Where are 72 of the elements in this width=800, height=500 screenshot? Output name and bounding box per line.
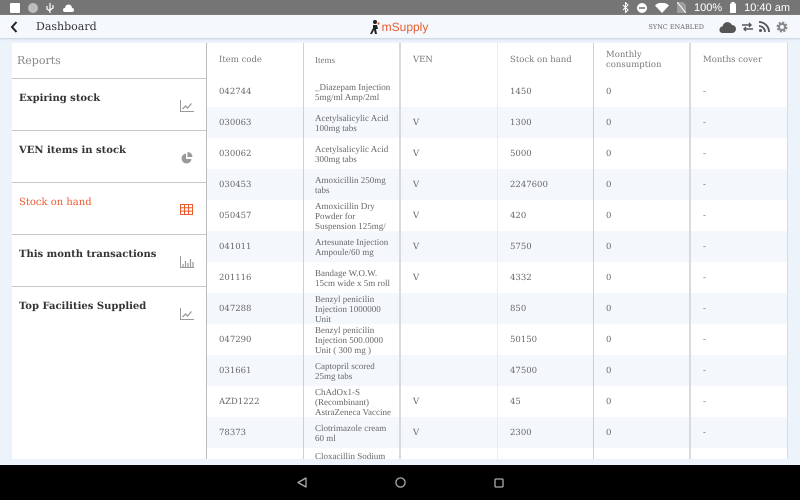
- sync-arrows-icon[interactable]: [742, 22, 753, 32]
- bluetooth-icon: [622, 2, 629, 13]
- page-title: Dashboard: [36, 20, 97, 33]
- clock-time: 10:40 am: [744, 2, 790, 14]
- table-cell: -: [691, 107, 787, 138]
- table-cell: V: [401, 417, 498, 448]
- column-header: Item code: [207, 43, 304, 76]
- cloud-icon: [62, 4, 74, 12]
- recent-apps-square-icon[interactable]: [494, 478, 504, 488]
- cloud-icon[interactable]: [718, 20, 736, 32]
- table-cell: Artesunate Injection Ampoule/60 mg: [304, 231, 401, 262]
- battery-percent: 100%: [694, 2, 722, 14]
- table-cell: 0: [594, 231, 691, 262]
- table-cell-text: -: [702, 210, 707, 222]
- table-cell: -: [691, 417, 787, 448]
- table-cell: Clotrimazole cream 60 ml: [304, 417, 401, 448]
- table-cell: -: [691, 169, 787, 200]
- circle-icon: [28, 2, 38, 12]
- table-cell: 0: [594, 355, 691, 386]
- table-cell: Captopril scored 25mg tabs: [304, 355, 401, 386]
- table-cell: Benzyl penicilin Injection 1000000 Unit: [304, 293, 401, 324]
- column-header: Items: [304, 43, 401, 76]
- settings-icon[interactable]: [776, 20, 788, 32]
- line-chart-icon: [180, 100, 194, 112]
- table-cell: 0: [594, 107, 691, 138]
- table-cell-text: -: [702, 272, 707, 284]
- column-header: VEN: [401, 43, 498, 76]
- table-cell: 030453: [207, 169, 304, 200]
- back-triangle-icon[interactable]: [296, 477, 306, 488]
- usb-icon: [46, 2, 54, 12]
- pie-chart-icon: [180, 152, 194, 164]
- table-cell: -: [691, 231, 787, 262]
- table-cell: 0: [594, 293, 691, 324]
- table-cell: V: [401, 107, 498, 138]
- table-cell: 1300: [498, 107, 594, 138]
- table-cell-text: -: [702, 148, 707, 160]
- notification-square-icon: [10, 2, 20, 12]
- table-cell: 041011: [207, 231, 304, 262]
- table-cell: Amoxicillin 250mg tabs: [304, 169, 401, 200]
- table-cell: 031661: [207, 355, 304, 386]
- rss-feed-icon[interactable]: [759, 21, 770, 32]
- table-cell: 047288: [207, 293, 304, 324]
- table-cell: 47500: [498, 355, 594, 386]
- column-header: Months cover: [702, 54, 764, 66]
- column-header: Monthly consumption: [594, 43, 691, 76]
- table-cell: 0: [594, 169, 691, 200]
- table-cell: -: [691, 293, 787, 324]
- running-figure-icon: [370, 20, 380, 34]
- wifi-icon: [654, 2, 669, 12]
- table-cell: 0: [594, 417, 691, 448]
- bar-chart-icon: [180, 256, 194, 268]
- table-cell: 2247600: [498, 169, 594, 200]
- table-cell-text: -: [702, 86, 707, 98]
- table-cell: 5750: [498, 231, 594, 262]
- battery-icon: [730, 2, 736, 13]
- table-cell-text: -: [702, 396, 707, 408]
- app-logo-text: mSupply: [382, 20, 428, 34]
- table-cell: V: [401, 169, 498, 200]
- table-cell: Acetylsalicylic Acid 100mg tabs: [304, 107, 401, 138]
- table-cell: V: [401, 231, 498, 262]
- line-chart-icon: [180, 308, 194, 320]
- table-cell: 850: [498, 293, 594, 324]
- table-cell: 78373: [207, 417, 304, 448]
- table-cell-text: -: [702, 334, 707, 346]
- table-cell: 030063: [207, 107, 304, 138]
- do-not-disturb-icon: [636, 2, 647, 12]
- table-grid-icon: [180, 204, 194, 216]
- home-circle-icon[interactable]: [394, 477, 406, 488]
- table-cell: 2300: [498, 417, 594, 448]
- no-sim-icon: [676, 2, 686, 13]
- table-cell: -: [691, 355, 787, 386]
- column-header: Stock on hand: [498, 43, 594, 76]
